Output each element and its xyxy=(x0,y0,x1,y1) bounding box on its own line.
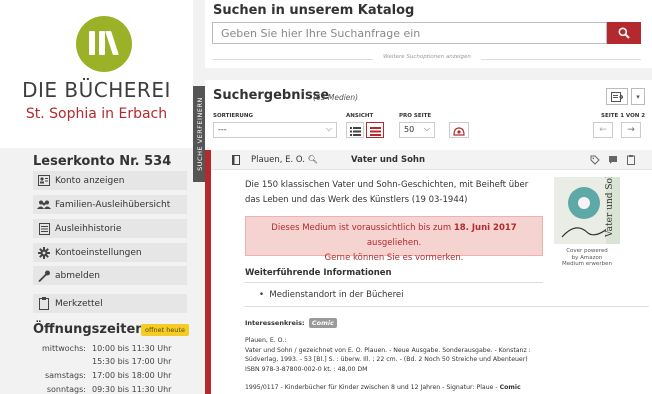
results-title: Suchergebnisse xyxy=(213,88,330,103)
sort-label: SORTIERUNG xyxy=(213,113,253,119)
gear-icon xyxy=(33,246,55,259)
view-label: ANSICHT xyxy=(346,113,374,119)
more-search-options-label: Weitere Suchoptionen anzeigen xyxy=(383,54,471,60)
menu-item-kontoeinstellungen[interactable]: Kontoeinstellungen xyxy=(33,243,187,262)
results-panel: Suchergebnisse (63 Medien) ▾ SORTIERUNG … xyxy=(205,80,652,394)
more-search-options-toggle[interactable]: Weitere Suchoptionen anzeigen xyxy=(213,54,641,64)
loan-status-alert: Dieses Medium ist voraussichtlich bis zu… xyxy=(245,216,543,263)
cover-title: Vater und Sohn xyxy=(605,177,615,238)
menu-item-ausleihhistorie[interactable]: Ausleihhistorie xyxy=(33,219,187,238)
book-icon xyxy=(230,154,242,166)
menu-item-label: Ausleihhistorie xyxy=(55,223,122,234)
location-link[interactable]: • Medienstandort in der Bücherei xyxy=(259,290,404,300)
refine-search-label: SUCHE VERFEINERN xyxy=(195,97,204,171)
bibliographic-extra: 1995/0117 - Kinderbücher für Kinder zwis… xyxy=(245,384,521,391)
sidebar: DIE BÜCHEREI St. Sophia in Erbach Leserk… xyxy=(0,0,193,394)
menu-item-label: Merkzettel xyxy=(55,298,103,309)
hours-row: sonntags: 09:30 bis 11:30 Uhr xyxy=(46,385,172,394)
caret-down-icon: ▾ xyxy=(636,92,640,101)
divider xyxy=(245,306,649,307)
export-dropdown[interactable]: ▾ xyxy=(631,88,645,105)
list-view-icon xyxy=(349,121,361,140)
sort-select[interactable]: --- ⌵ xyxy=(213,122,337,138)
comment-icon[interactable] xyxy=(607,154,619,166)
menu-item-label: Konto anzeigen xyxy=(55,175,125,186)
search-alert-button[interactable] xyxy=(449,122,469,138)
library-name: DIE BÜCHEREI xyxy=(22,78,171,102)
chevron-down-icon: ⌵ xyxy=(423,124,430,133)
record-author[interactable]: Plauen, E. O. 🔍︎ xyxy=(251,155,318,165)
search-title: Suchen in unserem Katalog xyxy=(213,3,415,18)
menu-item-merkzettel[interactable]: Merkzettel xyxy=(33,294,187,313)
account-card-icon xyxy=(33,175,55,186)
prev-page-button[interactable]: ← xyxy=(593,122,613,138)
more-info-heading: Weiterführende Informationen xyxy=(245,268,392,278)
clipboard-icon xyxy=(33,297,55,310)
export-icon xyxy=(611,87,624,106)
per-page-select[interactable]: 50 ⌵ xyxy=(399,122,435,138)
logo-mark xyxy=(76,16,132,72)
cover-image[interactable]: Vater und Sohn xyxy=(554,166,620,244)
hours-row: mittwochs: 10:00 bis 11:30 Uhr xyxy=(41,344,172,353)
record-description: Die 150 klassischen Vater und Sohn-Gesch… xyxy=(245,180,529,205)
cover-caption: Cover powered by Amazon Medium erwerben xyxy=(554,248,620,268)
next-page-button[interactable]: → xyxy=(621,122,641,138)
account-title: Leserkonto Nr. 534 xyxy=(33,154,172,169)
menu-item-label: Kontoeinstellungen xyxy=(55,247,142,258)
menu-item-familien-ausleihuebersicht[interactable]: Familien-Ausleihübersicht xyxy=(33,195,187,214)
clipboard-icon[interactable] xyxy=(625,154,637,166)
menu-item-konto-anzeigen[interactable]: Konto anzeigen xyxy=(33,171,187,190)
sort-value: --- xyxy=(218,125,227,134)
open-today-badge: offnet heute xyxy=(141,324,189,336)
key-icon xyxy=(33,270,55,282)
hours-row: 15:30 bis 17:00 Uhr xyxy=(92,357,172,366)
bell-icon xyxy=(453,121,465,140)
menu-item-abmelden[interactable]: abmelden xyxy=(33,266,187,285)
search-icon xyxy=(618,24,630,43)
page-indicator: SEITE 1 VON 2 xyxy=(601,113,646,119)
bibliographic-info: Plauen, E. O.: Vater und Sohn / gezeichn… xyxy=(245,337,531,373)
record-accent-bar xyxy=(205,150,211,394)
record-title[interactable]: Vater und Sohn xyxy=(351,155,425,165)
library-subtitle: St. Sophia in Erbach xyxy=(25,106,168,122)
tag-icon[interactable] xyxy=(589,154,601,166)
search-button[interactable] xyxy=(607,22,641,44)
family-icon xyxy=(33,200,55,210)
detail-view-icon xyxy=(369,121,381,140)
reserve-hint: Gerne können Sie es vormerken. xyxy=(324,253,464,263)
history-list-icon xyxy=(33,222,55,235)
hours-row: samstags: 17:00 bis 18:00 Uhr xyxy=(44,371,172,380)
opening-hours-title: Öffnungszeiten xyxy=(33,322,145,337)
interest-tag[interactable]: Comic xyxy=(308,318,337,328)
menu-item-label: Familien-Ausleihübersicht xyxy=(55,199,171,210)
catalog-search-panel: Suchen in unserem Katalog Geben Sie hier… xyxy=(205,0,652,68)
interest-group: Interessenkreis: Comic xyxy=(245,318,337,328)
record-header[interactable]: Plauen, E. O. 🔍︎ Vater und Sohn xyxy=(211,150,652,170)
library-logo[interactable]: DIE BÜCHEREI St. Sophia in Erbach xyxy=(0,0,193,148)
search-input[interactable]: Geben Sie hier Ihre Suchanfrage ein xyxy=(212,22,607,44)
results-count: (63 Medien) xyxy=(313,93,359,102)
due-date: 18. Juni 2017 xyxy=(453,223,517,233)
per-page-value: 50 xyxy=(404,125,415,134)
chevron-down-icon: ⌵ xyxy=(325,124,332,133)
author-search-icon: 🔍︎ xyxy=(307,155,318,164)
per-page-label: PRO SEITE xyxy=(399,113,432,119)
export-button[interactable] xyxy=(606,88,628,105)
menu-item-label: abmelden xyxy=(55,270,100,281)
list-view-button[interactable] xyxy=(346,122,364,138)
detail-view-button[interactable] xyxy=(366,122,384,138)
buy-medium-link[interactable]: Medium erwerben xyxy=(554,261,620,268)
divider xyxy=(245,282,543,283)
